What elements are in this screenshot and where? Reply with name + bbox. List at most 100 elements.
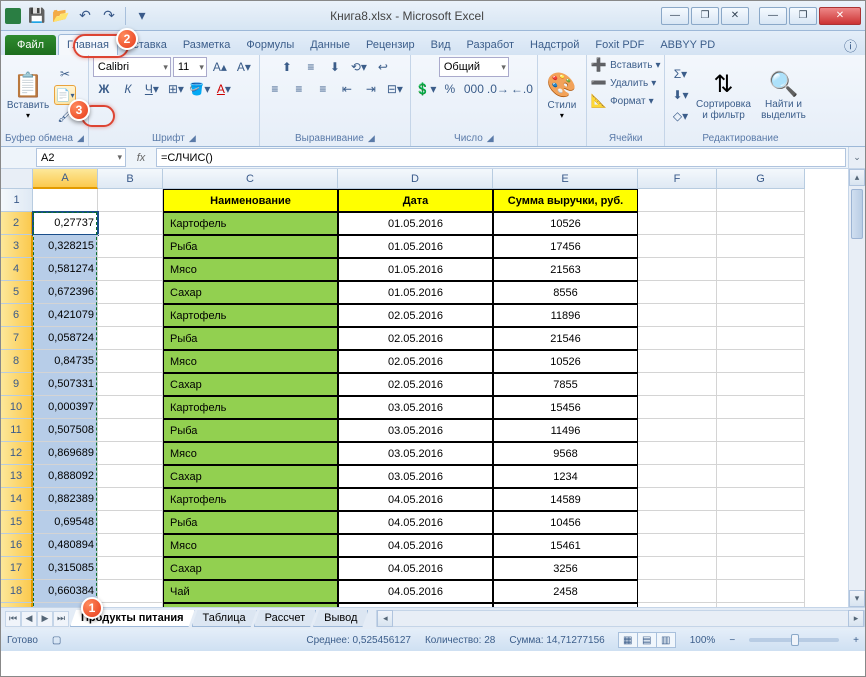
paste-button[interactable]: 📋 Вставить ▾ bbox=[5, 62, 51, 128]
align-middle-button[interactable]: ≡ bbox=[300, 57, 322, 77]
font-size-combo[interactable]: 11 bbox=[173, 57, 207, 77]
increase-font-button[interactable]: A▴ bbox=[209, 57, 231, 77]
row-header-11[interactable]: 11 bbox=[1, 419, 33, 442]
cell[interactable]: 17456 bbox=[493, 235, 638, 258]
cell[interactable] bbox=[717, 373, 805, 396]
cell[interactable] bbox=[717, 189, 805, 212]
cell[interactable] bbox=[638, 557, 717, 580]
cell[interactable]: 05.05.2016 bbox=[338, 603, 493, 607]
cell[interactable]: Мясо bbox=[163, 442, 338, 465]
clipboard-launcher[interactable]: ◢ bbox=[77, 133, 84, 144]
cell[interactable] bbox=[638, 442, 717, 465]
cell[interactable]: Мясо bbox=[163, 603, 338, 607]
name-box[interactable]: A2 bbox=[36, 148, 126, 167]
fill-color-button[interactable]: 🪣▾ bbox=[189, 79, 211, 99]
close-button[interactable]: ✕ bbox=[819, 7, 861, 25]
tab-formulas[interactable]: Формулы bbox=[238, 35, 302, 55]
cell[interactable] bbox=[638, 327, 717, 350]
cell[interactable]: 04.05.2016 bbox=[338, 557, 493, 580]
sheet-tab-2[interactable]: Рассчет bbox=[254, 610, 317, 627]
zoom-thumb[interactable] bbox=[791, 634, 799, 646]
decrease-decimal-button[interactable]: ←.0 bbox=[511, 79, 533, 99]
cell[interactable] bbox=[98, 603, 163, 607]
cell[interactable] bbox=[98, 350, 163, 373]
cell[interactable] bbox=[638, 511, 717, 534]
cell[interactable]: Рыба bbox=[163, 419, 338, 442]
row-header-18[interactable]: 18 bbox=[1, 580, 33, 603]
maximize-button[interactable]: ❐ bbox=[789, 7, 817, 25]
cell[interactable] bbox=[98, 557, 163, 580]
cell[interactable] bbox=[98, 465, 163, 488]
vertical-scrollbar[interactable]: ▴ ▾ bbox=[848, 169, 865, 607]
cell[interactable] bbox=[98, 212, 163, 235]
scroll-down-button[interactable]: ▾ bbox=[849, 590, 865, 607]
row-header-6[interactable]: 6 bbox=[1, 304, 33, 327]
cell[interactable]: Сахар bbox=[163, 557, 338, 580]
sheet-nav-next[interactable]: ▶ bbox=[37, 611, 53, 627]
cell[interactable]: 0,507508 bbox=[33, 419, 98, 442]
sheet-nav-first[interactable]: ⏮ bbox=[5, 611, 21, 627]
cell[interactable]: 0,672396 bbox=[33, 281, 98, 304]
cell[interactable] bbox=[638, 488, 717, 511]
cells-delete-button[interactable]: ➖Удалить ▾ bbox=[591, 75, 656, 91]
col-header-a[interactable]: A bbox=[33, 169, 98, 189]
autosum-button[interactable]: Σ▾ bbox=[669, 64, 691, 84]
file-tab[interactable]: Файл bbox=[5, 35, 56, 55]
cell[interactable] bbox=[717, 350, 805, 373]
increase-indent-button[interactable]: ⇥ bbox=[360, 79, 382, 99]
cell[interactable] bbox=[638, 534, 717, 557]
row-header-3[interactable]: 3 bbox=[1, 235, 33, 258]
cell[interactable]: 10456 bbox=[493, 511, 638, 534]
row-header-1[interactable]: 1 bbox=[1, 189, 33, 212]
tab-foxit[interactable]: Foxit PDF bbox=[587, 35, 652, 55]
border-button[interactable]: ⊞▾ bbox=[165, 79, 187, 99]
cell[interactable] bbox=[717, 212, 805, 235]
cell[interactable] bbox=[638, 580, 717, 603]
cell[interactable]: Мясо bbox=[163, 350, 338, 373]
cell[interactable]: Чай bbox=[163, 580, 338, 603]
cell[interactable]: 0,000397 bbox=[33, 396, 98, 419]
cell[interactable] bbox=[717, 511, 805, 534]
select-all-button[interactable] bbox=[1, 169, 33, 189]
cell[interactable]: 7855 bbox=[493, 373, 638, 396]
cell[interactable] bbox=[98, 304, 163, 327]
cell[interactable]: 0,421079 bbox=[33, 304, 98, 327]
cell[interactable]: 01.05.2016 bbox=[338, 212, 493, 235]
italic-button[interactable]: К bbox=[117, 79, 139, 99]
col-header-g[interactable]: G bbox=[717, 169, 805, 189]
row-header-17[interactable]: 17 bbox=[1, 557, 33, 580]
tab-developer[interactable]: Разработ bbox=[459, 35, 522, 55]
cell[interactable] bbox=[98, 488, 163, 511]
cell[interactable]: 0,315085 bbox=[33, 557, 98, 580]
qat-save[interactable]: 💾 bbox=[26, 5, 48, 27]
cell[interactable] bbox=[717, 603, 805, 607]
tab-layout[interactable]: Разметка bbox=[175, 35, 239, 55]
scroll-up-button[interactable]: ▴ bbox=[849, 169, 865, 186]
cell[interactable]: Мясо bbox=[163, 534, 338, 557]
scroll-thumb[interactable] bbox=[851, 189, 863, 239]
cell[interactable]: 03.05.2016 bbox=[338, 442, 493, 465]
cell[interactable]: Рыба bbox=[163, 327, 338, 350]
row-header-13[interactable]: 13 bbox=[1, 465, 33, 488]
cell[interactable]: 8556 bbox=[493, 281, 638, 304]
find-select-button[interactable]: 🔍 Найти и выделить bbox=[755, 62, 811, 128]
qat-open[interactable]: 📂 bbox=[50, 5, 72, 27]
cut-button[interactable]: ✂ bbox=[54, 64, 76, 84]
col-header-d[interactable]: D bbox=[338, 169, 493, 189]
cell[interactable] bbox=[638, 603, 717, 607]
merge-button[interactable]: ⊟▾ bbox=[384, 79, 406, 99]
cell[interactable]: 0,888092 bbox=[33, 465, 98, 488]
align-left-button[interactable]: ≡ bbox=[264, 79, 286, 99]
cell-header-e[interactable]: Сумма выручки, руб. bbox=[493, 189, 638, 212]
qat-customize[interactable]: ▾ bbox=[131, 5, 153, 27]
hscroll-left-button[interactable]: ◂ bbox=[377, 610, 393, 627]
cell[interactable]: 2458 bbox=[493, 580, 638, 603]
doc-minimize-button[interactable]: — bbox=[661, 7, 689, 25]
cells-format-button[interactable]: 📐Формат ▾ bbox=[591, 93, 654, 109]
col-header-c[interactable]: C bbox=[163, 169, 338, 189]
cell-header-c[interactable]: Наименование bbox=[163, 189, 338, 212]
minimize-button[interactable]: — bbox=[759, 7, 787, 25]
align-launcher[interactable]: ◢ bbox=[368, 133, 375, 144]
font-launcher[interactable]: ◢ bbox=[189, 133, 196, 144]
tab-abbyy[interactable]: ABBYY PD bbox=[652, 35, 723, 55]
